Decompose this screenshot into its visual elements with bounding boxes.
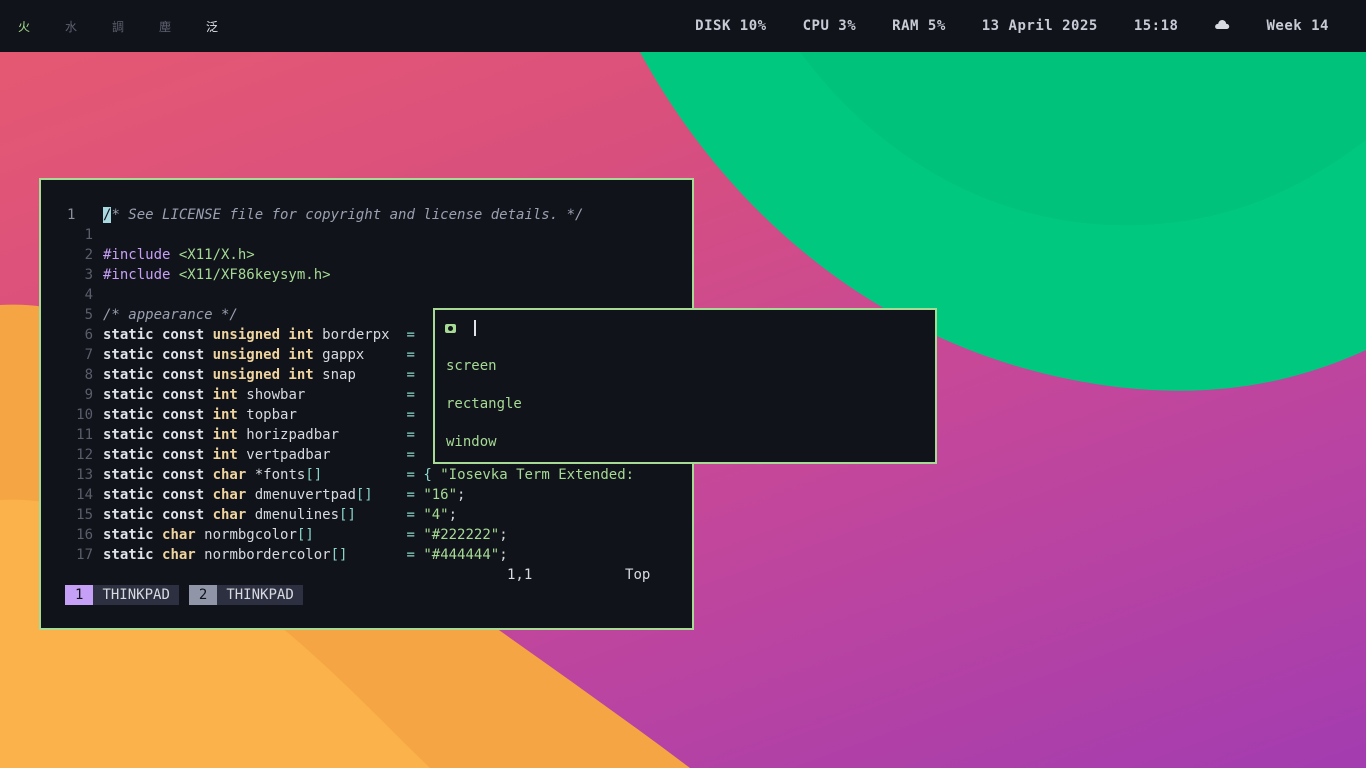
code-line-5: /* appearance */ (103, 307, 238, 323)
clock: 15:18 (1133, 18, 1179, 34)
cpu-usage: CPU 3% (802, 18, 857, 34)
tmux-window-2[interactable]: 2 THINKPAD (188, 585, 303, 605)
scroll-position: Top (625, 567, 651, 583)
dmenu-prompt (445, 320, 476, 336)
line-number: 7 (84, 347, 93, 363)
line-number: 8 (84, 367, 93, 383)
tmux-window-name: THINKPAD (93, 585, 179, 605)
tmux-window-1[interactable]: 1 THINKPAD (65, 585, 179, 605)
code-line-12: static const int vertpadbar = (103, 447, 415, 463)
tmux-window-name: THINKPAD (217, 585, 303, 605)
dmenu-option-rectangle[interactable]: rectangle (446, 396, 522, 412)
date: 13 April 2025 (981, 18, 1098, 34)
tag-5[interactable]: 泛 (200, 18, 247, 35)
code-line-11: static const int horizpadbar = (103, 427, 415, 443)
line-number: 5 (84, 307, 93, 323)
cloud-icon (1214, 18, 1230, 34)
status-modules: DISK 10% CPU 3% RAM 5% 13 April 2025 15:… (695, 18, 1366, 34)
code-line-3: #include <X11/XF86keysym.h> (103, 267, 331, 283)
code-line-15: static const char dmenulines[] = "4"; (103, 507, 458, 523)
dmenu-option-window[interactable]: window (446, 434, 497, 450)
code-line-17: static char normbordercolor[] = "#444444… (103, 547, 508, 563)
tmux-window-index: 2 (188, 585, 218, 605)
tag-3[interactable]: 調 (106, 18, 153, 35)
tag-list: 火 水 調 塵 泛 (0, 18, 247, 35)
code-line-10: static const int topbar = (103, 407, 415, 423)
line-number: 11 (76, 427, 93, 443)
code-line-14: static const char dmenuvertpad[] = "16"; (103, 487, 466, 503)
week-number: Week 14 (1266, 18, 1329, 34)
code-line-16: static char normbgcolor[] = "#222222"; (103, 527, 508, 543)
dmenu-screenshot-menu: screen rectangle window (433, 308, 937, 464)
tmux-window-index: 1 (65, 585, 94, 605)
line-number: 1 (84, 227, 93, 243)
disk-usage: DISK 10% (695, 18, 767, 34)
code-line-2: #include <X11/X.h> (103, 247, 255, 263)
tag-4[interactable]: 塵 (153, 18, 200, 35)
cursor-position-ruler: 1,1 Top (507, 567, 650, 583)
line-number: 13 (76, 467, 93, 483)
line-number: 12 (76, 447, 93, 463)
input-caret (474, 320, 476, 336)
code-line-13: static const char *fonts[] = { "Iosevka … (103, 467, 635, 483)
line-number: 17 (76, 547, 93, 563)
ram-usage: RAM 5% (892, 18, 946, 34)
tag-1[interactable]: 火 (12, 18, 59, 35)
line-number: 15 (76, 507, 93, 523)
code-line-7: static const unsigned int gappx = (103, 347, 415, 363)
line-number: 1 (67, 207, 76, 223)
cursor-position: 1,1 (507, 567, 533, 583)
code-line-1: /* See LICENSE file for copyright and li… (103, 207, 584, 223)
camera-icon (445, 323, 456, 333)
dmenu-option-screen[interactable]: screen (446, 358, 497, 374)
code-line-6: static const unsigned int borderpx = (103, 327, 415, 343)
status-bar: 火 水 調 塵 泛 DISK 10% CPU 3% RAM 5% 13 Apri… (0, 0, 1366, 52)
line-number: 9 (84, 387, 93, 403)
line-number: 14 (76, 487, 93, 503)
dmenu-input[interactable] (474, 320, 476, 336)
tag-2[interactable]: 水 (59, 18, 106, 35)
line-number: 3 (84, 267, 93, 283)
line-number: 6 (84, 327, 93, 343)
line-number: 2 (84, 247, 93, 263)
code-line-8: static const unsigned int snap = (103, 367, 415, 383)
line-number: 16 (76, 527, 93, 543)
line-number: 4 (84, 287, 93, 303)
code-line-9: static const int showbar = (103, 387, 415, 403)
tmux-window-list: 1 THINKPAD 2 THINKPAD (65, 585, 303, 605)
line-number: 10 (76, 407, 93, 423)
